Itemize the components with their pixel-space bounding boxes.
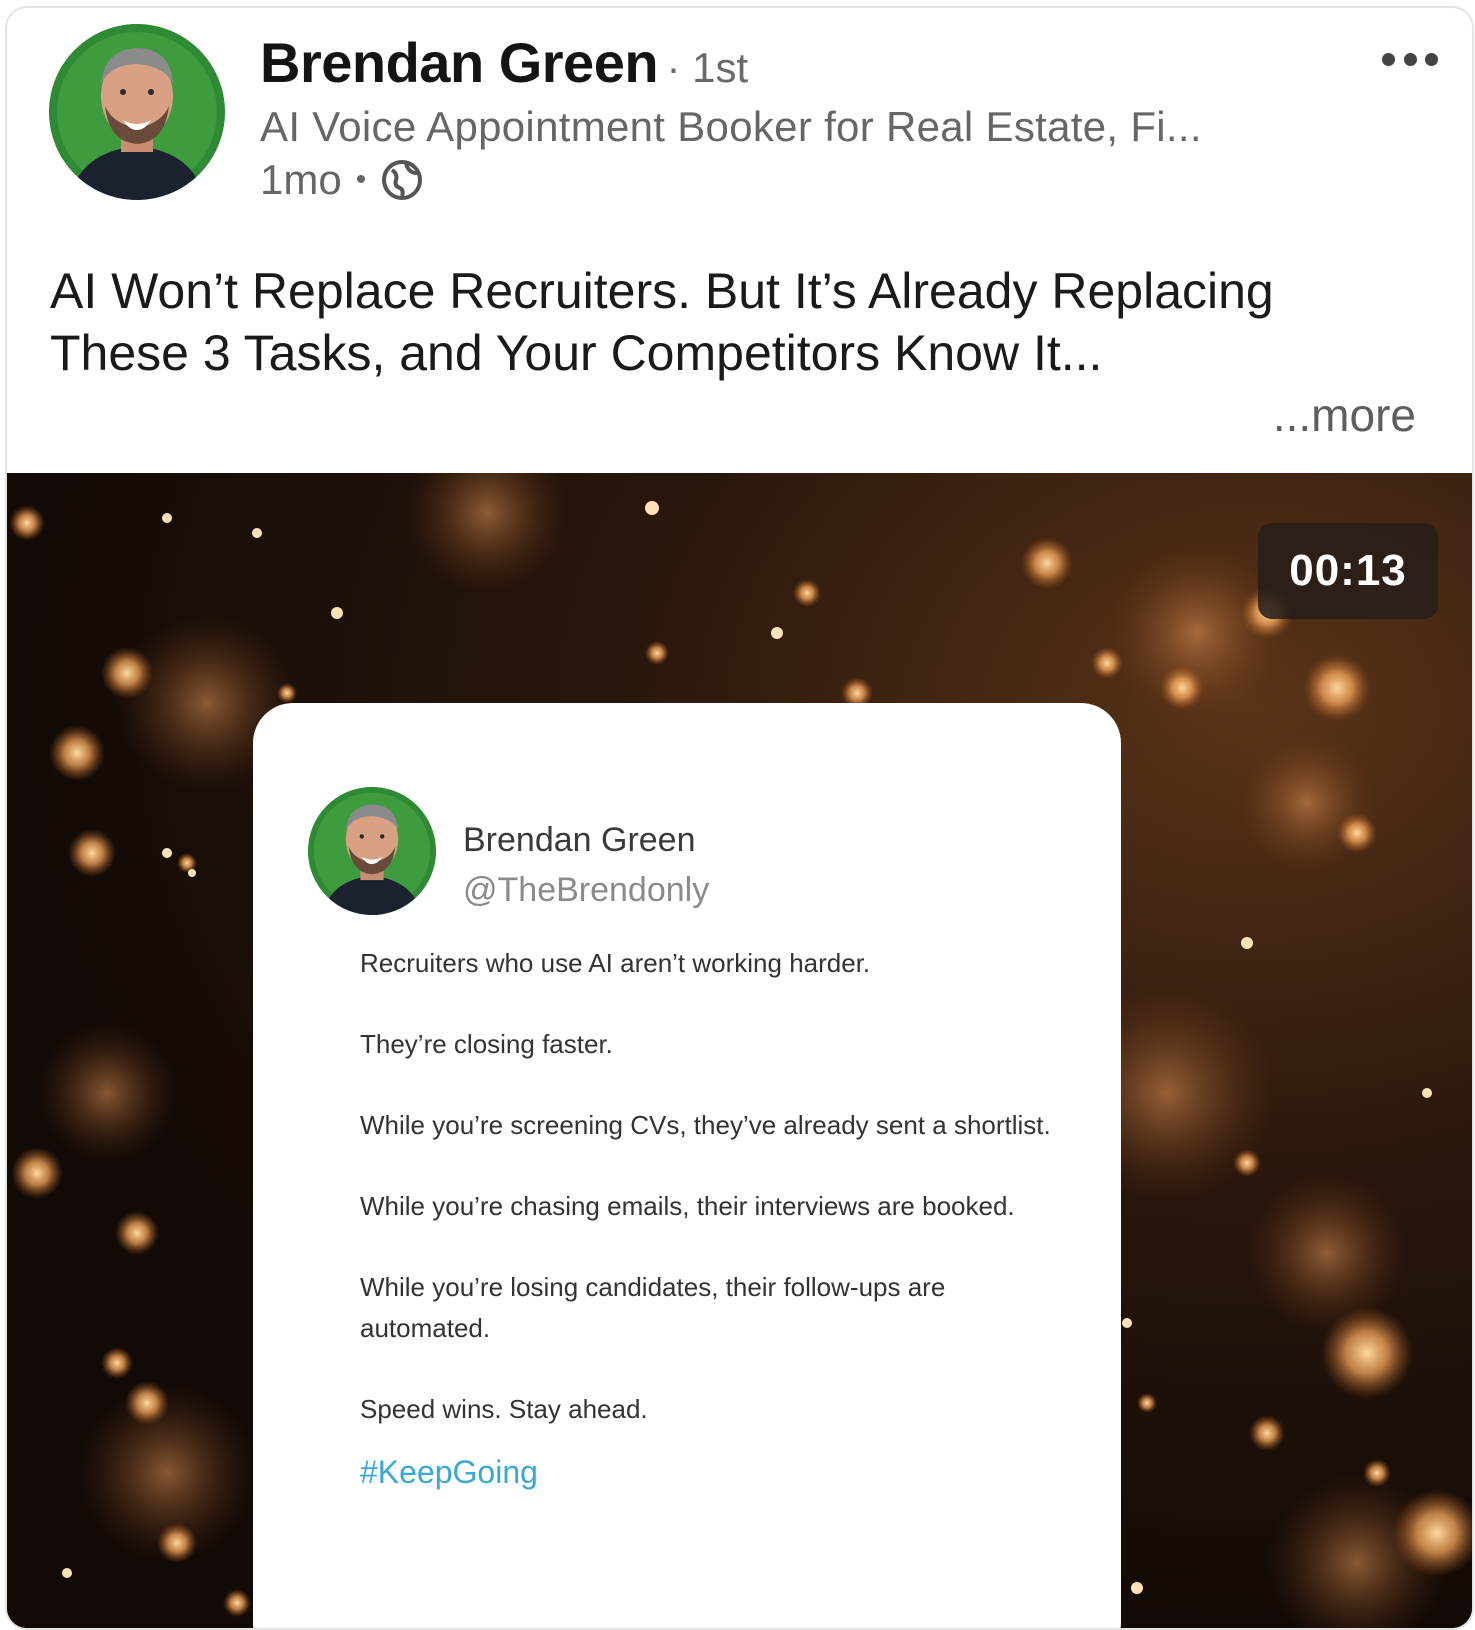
tweet-hashtag: #KeepGoing <box>360 1454 538 1490</box>
tweet-body: Recruiters who use AI aren’t working har… <box>360 943 1060 1493</box>
tweet-line: Recruiters who use AI aren’t working har… <box>360 948 871 978</box>
more-options-icon[interactable] <box>1382 46 1438 72</box>
author-avatar[interactable] <box>49 24 225 200</box>
feed-post: Brendan Green · 1st AI Voice Appointment… <box>5 6 1474 1630</box>
tweet-line: While you’re losing candidates, their fo… <box>360 1272 946 1343</box>
see-more-link[interactable]: ...more <box>1273 388 1416 442</box>
tweet-line: While you’re chasing emails, their inter… <box>360 1191 1015 1221</box>
embedded-tweet-card: Brendan Green @TheBrendonly Recruiters w… <box>253 703 1121 1628</box>
meta-separator: • <box>355 163 367 196</box>
tweet-line: Speed wins. Stay ahead. <box>360 1394 648 1424</box>
video-duration-badge: 00:13 <box>1258 523 1438 619</box>
tweet-line: While you’re screening CVs, they’ve alre… <box>360 1110 1051 1140</box>
post-video[interactable]: 00:13 Brendan Green @TheBrendonly Recrui… <box>7 473 1472 1628</box>
post-time: 1mo <box>260 156 342 203</box>
author-name[interactable]: Brendan Green <box>260 31 659 94</box>
connection-degree: · 1st <box>666 44 749 91</box>
post-meta: 1mo • <box>260 156 424 204</box>
author-headline: AI Voice Appointment Booker for Real Est… <box>260 103 1202 150</box>
author-line[interactable]: Brendan Green · 1st <box>260 30 748 95</box>
post-text: AI Won’t Replace Recruiters. But It’s Al… <box>50 263 1274 381</box>
avatar-portrait <box>49 24 225 200</box>
globe-icon <box>380 158 424 202</box>
tweet-line: They’re closing faster. <box>360 1029 613 1059</box>
tweet-avatar <box>308 787 436 915</box>
tweet-author-name: Brendan Green <box>463 821 696 859</box>
tweet-author-handle: @TheBrendonly <box>463 871 710 909</box>
